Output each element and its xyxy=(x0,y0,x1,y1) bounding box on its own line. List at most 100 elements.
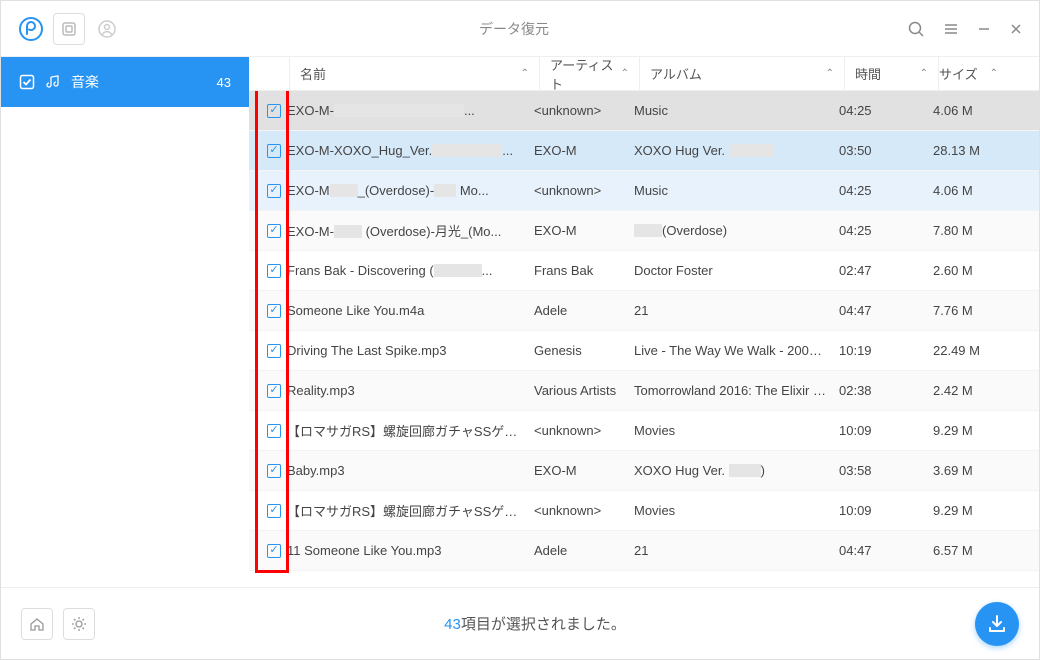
cell-album: 21 xyxy=(634,303,839,318)
window-title: データ復元 xyxy=(121,19,907,39)
table-row[interactable]: Someone Like You.m4aAdele2104:477.76 M xyxy=(249,291,1039,331)
cell-size: 4.06 M xyxy=(933,183,1003,198)
cell-time: 04:47 xyxy=(839,303,933,318)
titlebar: データ復元 xyxy=(1,1,1039,57)
sidebar-item-label: 音楽 xyxy=(71,72,99,92)
cell-artist: Adele xyxy=(534,303,634,318)
minimize-icon[interactable] xyxy=(977,22,991,36)
cell-name: EXO-M- (Overdose)-月光_(Mo... xyxy=(287,221,534,240)
table-row[interactable]: EXO-M- (Overdose)-月光_(Mo...EXO-M(Overdos… xyxy=(249,211,1039,251)
sort-caret-icon: ⌃ xyxy=(521,68,529,79)
sort-caret-icon: ⌃ xyxy=(990,68,998,79)
row-checkbox[interactable] xyxy=(261,344,287,358)
column-time[interactable]: 時間⌃ xyxy=(844,57,938,90)
cell-album: Doctor Foster xyxy=(634,263,839,278)
user-icon[interactable] xyxy=(93,15,121,43)
cell-name: 【ロマサガRS】螺旋回廊ガチャSSゲット！... xyxy=(287,501,534,520)
table-row[interactable]: 11 Someone Like You.mp3Adele2104:476.57 … xyxy=(249,531,1039,571)
row-checkbox[interactable] xyxy=(261,104,287,118)
cell-name: Baby.mp3 xyxy=(287,463,534,478)
cell-artist: <unknown> xyxy=(534,103,634,118)
cell-name: Reality.mp3 xyxy=(287,383,534,398)
music-icon xyxy=(45,74,61,90)
cell-time: 02:38 xyxy=(839,383,933,398)
cell-artist: Frans Bak xyxy=(534,263,634,278)
table-row[interactable]: Driving The Last Spike.mp3GenesisLive - … xyxy=(249,331,1039,371)
column-size[interactable]: サイズ⌃ xyxy=(938,57,1008,90)
sort-caret-icon: ⌃ xyxy=(826,68,834,79)
cell-size: 3.69 M xyxy=(933,463,1003,478)
cell-time: 10:09 xyxy=(839,423,933,438)
settings-button[interactable] xyxy=(63,608,95,640)
row-checkbox[interactable] xyxy=(261,144,287,158)
cell-artist: Adele xyxy=(534,543,634,558)
table-row[interactable]: EXO-M-...<unknown>Music04:254.06 M xyxy=(249,91,1039,131)
search-icon[interactable] xyxy=(907,20,925,38)
checkbox-icon xyxy=(19,74,35,90)
cell-time: 03:50 xyxy=(839,143,933,158)
cell-album: XOXO Hug Ver. xyxy=(634,143,839,158)
table-row[interactable]: 【ロマサガRS】螺旋回廊ガチャSSゲット！...<unknown>Movies1… xyxy=(249,411,1039,451)
cell-artist: Genesis xyxy=(534,343,634,358)
cell-artist: EXO-M xyxy=(534,223,634,238)
cell-artist: EXO-M xyxy=(534,463,634,478)
home-button[interactable] xyxy=(21,608,53,640)
row-checkbox[interactable] xyxy=(261,424,287,438)
table-row[interactable]: EXO-M-XOXO_Hug_Ver....EXO-MXOXO Hug Ver.… xyxy=(249,131,1039,171)
sort-caret-icon: ⌃ xyxy=(920,68,928,79)
cell-size: 6.57 M xyxy=(933,543,1003,558)
table-row[interactable]: Baby.mp3EXO-MXOXO Hug Ver. )03:583.69 M xyxy=(249,451,1039,491)
cell-size: 22.49 M xyxy=(933,343,1003,358)
cell-album: Movies xyxy=(634,503,839,518)
cell-time: 04:25 xyxy=(839,223,933,238)
row-checkbox[interactable] xyxy=(261,504,287,518)
cell-name: 【ロマサガRS】螺旋回廊ガチャSSゲット！... xyxy=(287,421,534,440)
footer: 43項目が選択されました。 xyxy=(1,587,1039,659)
table-row[interactable]: 【ロマサガRS】螺旋回廊ガチャSSゲット！...<unknown>Movies1… xyxy=(249,491,1039,531)
column-name[interactable]: 名前⌃ xyxy=(289,57,539,90)
cell-size: 2.42 M xyxy=(933,383,1003,398)
row-checkbox[interactable] xyxy=(261,464,287,478)
cell-time: 04:47 xyxy=(839,543,933,558)
cell-album: Music xyxy=(634,183,839,198)
row-checkbox[interactable] xyxy=(261,224,287,238)
cell-size: 9.29 M xyxy=(933,423,1003,438)
cell-name: 11 Someone Like You.mp3 xyxy=(287,543,534,558)
cell-time: 10:09 xyxy=(839,503,933,518)
app-logo-icon xyxy=(17,15,45,43)
close-icon[interactable] xyxy=(1009,22,1023,36)
sidebar: 音楽 43 xyxy=(1,57,249,587)
cell-name: EXO-M-XOXO_Hug_Ver.... xyxy=(287,143,534,158)
cell-artist: <unknown> xyxy=(534,183,634,198)
column-artist[interactable]: アーティスト⌃ xyxy=(539,57,639,90)
page-icon[interactable] xyxy=(53,13,85,45)
row-checkbox[interactable] xyxy=(261,184,287,198)
cell-time: 04:25 xyxy=(839,103,933,118)
table-row[interactable]: Reality.mp3Various ArtistsTomorrowland 2… xyxy=(249,371,1039,411)
column-album[interactable]: アルバム⌃ xyxy=(639,57,844,90)
menu-icon[interactable] xyxy=(943,21,959,37)
cell-size: 7.80 M xyxy=(933,223,1003,238)
cell-size: 4.06 M xyxy=(933,103,1003,118)
cell-album: Movies xyxy=(634,423,839,438)
cell-album: Live - The Way We Walk - 2009 Rem... xyxy=(634,343,839,358)
table-row[interactable]: Frans Bak - Discovering (...Frans BakDoc… xyxy=(249,251,1039,291)
cell-size: 9.29 M xyxy=(933,503,1003,518)
cell-name: EXO-M_(Overdose)- Mo... xyxy=(287,183,534,198)
row-checkbox[interactable] xyxy=(261,544,287,558)
cell-album: 21 xyxy=(634,543,839,558)
table-row[interactable]: EXO-M_(Overdose)- Mo...<unknown>Music04:… xyxy=(249,171,1039,211)
export-button[interactable] xyxy=(975,602,1019,646)
cell-time: 02:47 xyxy=(839,263,933,278)
sort-caret-icon: ⌃ xyxy=(621,68,629,79)
cell-time: 10:19 xyxy=(839,343,933,358)
sidebar-item-count: 43 xyxy=(217,75,231,90)
cell-name: Driving The Last Spike.mp3 xyxy=(287,343,534,358)
row-checkbox[interactable] xyxy=(261,384,287,398)
cell-size: 7.76 M xyxy=(933,303,1003,318)
sidebar-item-music[interactable]: 音楽 43 xyxy=(1,57,249,107)
cell-artist: <unknown> xyxy=(534,423,634,438)
row-checkbox[interactable] xyxy=(261,264,287,278)
cell-name: Frans Bak - Discovering (... xyxy=(287,263,534,278)
row-checkbox[interactable] xyxy=(261,304,287,318)
